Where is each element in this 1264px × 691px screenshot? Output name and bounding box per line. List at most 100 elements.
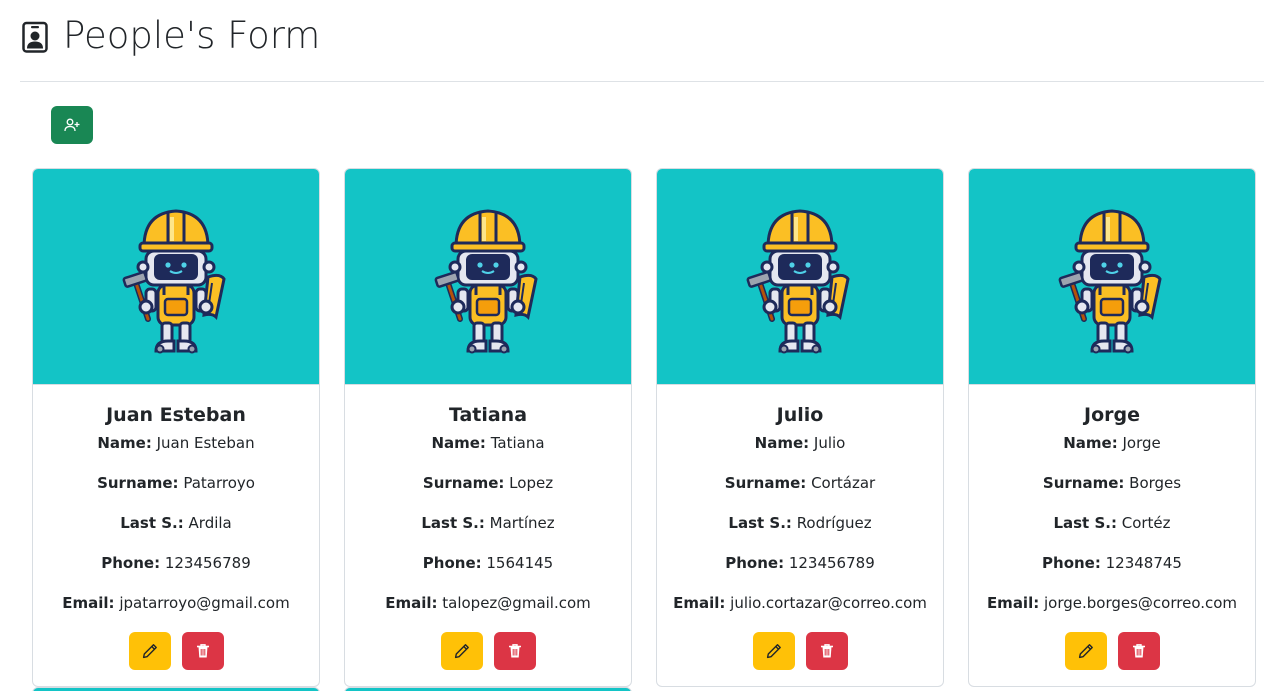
- person-card: Julio Name: Julio Surname: Cortázar Last S.…: [656, 168, 944, 687]
- field-surname-value: Borges: [1129, 474, 1182, 492]
- field-last: Last S.: Martínez: [345, 513, 631, 553]
- field-email-label: Email:: [385, 594, 438, 612]
- field-email-label: Email:: [62, 594, 115, 612]
- card-image: [33, 169, 319, 385]
- field-email: Email: jorge.borges@correo.com: [969, 593, 1255, 633]
- field-email-value: talopez@gmail.com: [442, 594, 591, 612]
- card-actions: [345, 632, 631, 670]
- field-phone-value: 123456789: [164, 554, 251, 572]
- field-surname-value: Lopez: [509, 474, 554, 492]
- field-last-label: Last S.:: [1053, 514, 1117, 532]
- card-title: Jorge: [1084, 404, 1140, 426]
- card-partial: [344, 687, 632, 691]
- card-title: Julio: [776, 404, 824, 426]
- field-phone: Phone: 123456789: [657, 553, 943, 593]
- delete-button[interactable]: [181, 632, 224, 670]
- field-last-value: Martínez: [489, 514, 555, 532]
- field-phone-label: Phone:: [1042, 554, 1101, 572]
- field-surname-label: Surname:: [97, 474, 179, 492]
- field-surname: Surname: Cortázar: [657, 473, 943, 513]
- field-last-label: Last S.:: [728, 514, 792, 532]
- card-actions: [657, 632, 943, 670]
- field-name-label: Name:: [97, 434, 152, 452]
- edit-button[interactable]: [128, 632, 171, 670]
- field-email-value: julio.cortazar@correo.com: [730, 594, 927, 612]
- robot-worker-illustration: [434, 208, 538, 353]
- field-phone-value: 12348745: [1105, 554, 1182, 572]
- pencil-icon: [142, 644, 157, 659]
- pencil-icon: [766, 644, 781, 659]
- field-phone-value: 1564145: [486, 554, 554, 572]
- field-surname: Surname: Lopez: [345, 473, 631, 513]
- field-phone-label: Phone:: [725, 554, 785, 572]
- field-name-value: Jorge: [1122, 434, 1161, 452]
- field-surname-value: Patarroyo: [183, 474, 255, 492]
- field-surname: Surname: Patarroyo: [33, 473, 319, 513]
- field-email: Email: talopez@gmail.com: [345, 593, 631, 633]
- card-title: Tatiana: [448, 404, 528, 426]
- field-last-label: Last S.:: [120, 514, 184, 532]
- card-image: [345, 169, 631, 385]
- person-plus-icon: [64, 118, 80, 132]
- card-title: Juan Esteban: [106, 404, 246, 426]
- card-image: [657, 169, 943, 385]
- field-email-value: jorge.borges@correo.com: [1044, 594, 1238, 612]
- person-card: Tatiana Name: Tatiana Surname: Lopez Last S…: [344, 168, 632, 687]
- field-last-value: Ardila: [188, 514, 232, 532]
- page-title: People's Form: [63, 14, 321, 57]
- field-name: Name: Tatiana: [345, 433, 631, 473]
- field-surname-label: Surname:: [422, 474, 505, 492]
- field-phone-label: Phone:: [101, 554, 161, 572]
- robot-worker-illustration: [1058, 208, 1162, 353]
- delete-button[interactable]: [1117, 632, 1160, 670]
- field-name: Name: Jorge: [969, 433, 1255, 473]
- field-surname-label: Surname:: [724, 474, 807, 492]
- card-partial: [32, 687, 320, 691]
- card-actions: [969, 632, 1255, 670]
- delete-button[interactable]: [805, 632, 848, 670]
- robot-worker-illustration: [746, 208, 850, 353]
- pencil-icon: [454, 644, 469, 659]
- field-name: Name: Julio: [657, 433, 943, 473]
- edit-button[interactable]: [752, 632, 795, 670]
- field-name-value: Tatiana: [490, 434, 545, 452]
- field-phone-label: Phone:: [422, 554, 482, 572]
- field-last: Last S.: Cortéz: [969, 513, 1255, 553]
- field-name-value: Julio: [813, 434, 846, 452]
- field-email-label: Email:: [986, 594, 1040, 612]
- field-name-label: Name:: [754, 434, 810, 452]
- delete-button[interactable]: [493, 632, 536, 670]
- field-phone: Phone: 12348745: [969, 553, 1255, 593]
- card-actions: [33, 632, 319, 670]
- person-badge-icon: [22, 21, 48, 53]
- card-image: [969, 169, 1255, 385]
- edit-button[interactable]: [1064, 632, 1107, 670]
- field-last: Last S.: Rodríguez: [657, 513, 943, 553]
- field-name-label: Name:: [1063, 434, 1118, 452]
- field-name: Name: Juan Esteban: [33, 433, 319, 473]
- pencil-icon: [1078, 644, 1093, 659]
- field-name-value: Juan Esteban: [156, 434, 255, 452]
- field-surname: Surname: Borges: [969, 473, 1255, 513]
- robot-worker-illustration: [122, 208, 226, 353]
- field-phone: Phone: 123456789: [33, 553, 319, 593]
- person-card: Jorge Name: Jorge Surname: Borges Last S.: …: [968, 168, 1256, 687]
- trash-icon: [508, 644, 521, 658]
- field-last-value: Cortéz: [1121, 514, 1171, 532]
- field-email-value: jpatarroyo@gmail.com: [119, 594, 290, 612]
- field-last-label: Last S.:: [421, 514, 485, 532]
- edit-button[interactable]: [440, 632, 483, 670]
- field-surname-label: Surname:: [1042, 474, 1125, 492]
- person-card: Juan Esteban Name: Juan Esteban Surname: P…: [32, 168, 320, 687]
- add-person-button[interactable]: [51, 106, 93, 144]
- field-name-label: Name:: [431, 434, 486, 452]
- field-phone-value: 123456789: [788, 554, 875, 572]
- trash-icon: [820, 644, 833, 658]
- page-header: People's Form: [20, 0, 1264, 82]
- field-surname-value: Cortázar: [811, 474, 876, 492]
- field-email-label: Email:: [673, 594, 726, 612]
- field-email: Email: jpatarroyo@gmail.com: [33, 593, 319, 633]
- field-phone: Phone: 1564145: [345, 553, 631, 593]
- field-last-value: Rodríguez: [796, 514, 872, 532]
- trash-icon: [1132, 644, 1145, 658]
